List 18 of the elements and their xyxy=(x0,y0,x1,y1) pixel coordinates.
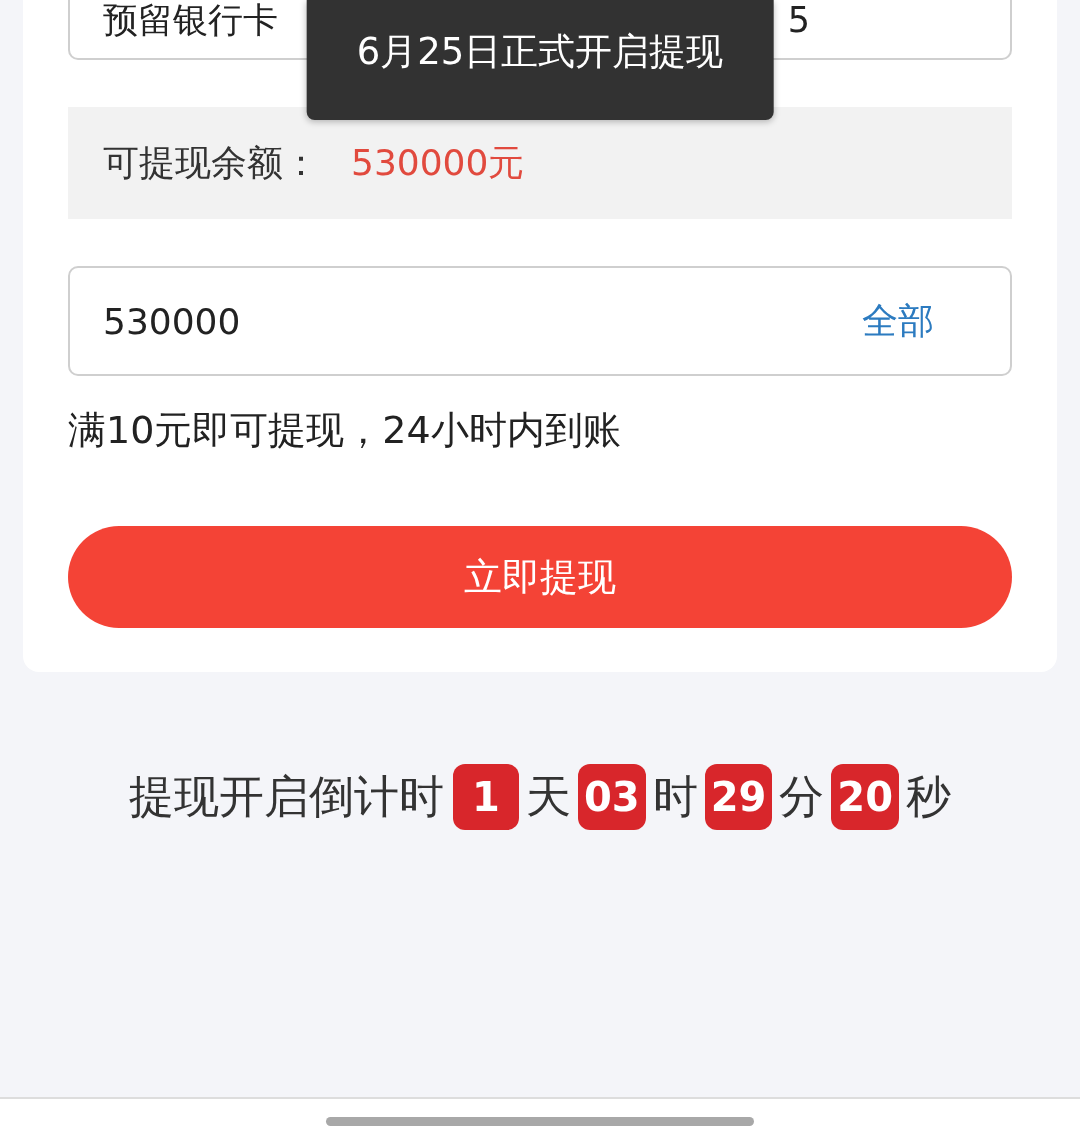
withdraw-button[interactable]: 立即提现 xyxy=(68,526,1012,628)
balance-amount: 530000元 xyxy=(351,140,525,185)
home-indicator[interactable] xyxy=(326,1116,754,1126)
countdown-unit: 天 xyxy=(526,769,571,825)
field-label: 预留银行卡 xyxy=(103,0,278,40)
balance-label: 可提现余额： xyxy=(103,140,319,185)
countdown-unit: 分 xyxy=(779,769,825,825)
countdown-number: 29 xyxy=(704,764,773,830)
countdown-number: 1 xyxy=(453,764,519,830)
field-value: 5 xyxy=(787,0,810,40)
withdraw-toast: 6月25日正式开启提现 xyxy=(306,0,774,120)
all-amount-link[interactable]: 全部 xyxy=(862,296,934,346)
countdown-unit: 秒 xyxy=(906,769,951,825)
hint-text: 满10元即可提现，24小时内到账 xyxy=(68,407,622,454)
countdown-unit: 时 xyxy=(652,769,698,825)
countdown-label: 提现开启倒计时 xyxy=(129,769,444,825)
countdown-number: 03 xyxy=(578,764,646,830)
countdown-number: 20 xyxy=(831,764,899,830)
